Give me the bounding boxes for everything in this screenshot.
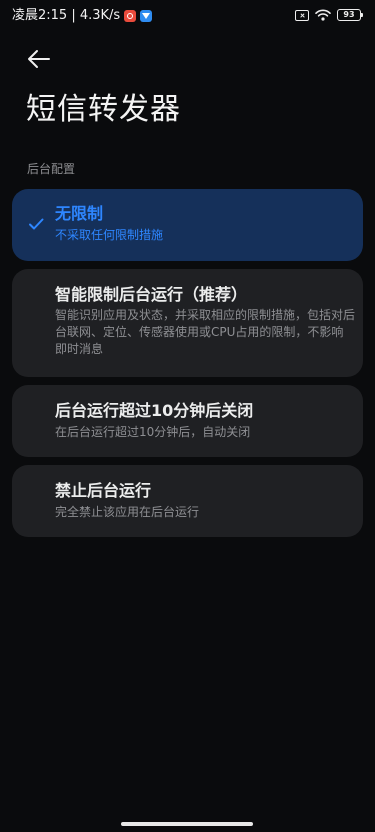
back-button[interactable] [25, 46, 53, 72]
option-description: 智能识别应用及状态，并采取相应的限制措施，包括对后台联网、定位、传感器使用或CP… [55, 308, 356, 356]
notification-app-icon [140, 10, 153, 22]
home-indicator[interactable] [121, 822, 253, 826]
option-no-restriction[interactable]: 无限制 不采取任何限制措施 [12, 189, 363, 261]
status-bar-left: 凌晨2:15 | 4.3K/s [12, 8, 153, 24]
option-title: 禁止后台运行 [55, 481, 152, 500]
status-bar-right: 93 [295, 9, 363, 21]
status-time-speed: 凌晨2:15 | 4.3K/s [12, 8, 121, 23]
section-label: 后台配置 [27, 162, 76, 176]
option-forbid-background[interactable]: 禁止后台运行 完全禁止该应用在后台运行 [12, 465, 363, 537]
battery-icon: 93 [337, 9, 363, 21]
option-description: 完全禁止该应用在后台运行 [55, 505, 200, 519]
option-close-after-10-min[interactable]: 后台运行超过10分钟后关闭 在后台运行超过10分钟后，自动关闭 [12, 385, 363, 457]
notification-app-icon [124, 10, 137, 22]
screen: 凌晨2:15 | 4.3K/s 93 短信转发器 后台配置 无限制 不采取任何限… [0, 0, 375, 832]
page-title: 短信转发器 [26, 92, 181, 127]
option-smart-restriction[interactable]: 智能限制后台运行（推荐） 智能识别应用及状态，并采取相应的限制措施，包括对后台联… [12, 269, 363, 377]
option-description: 在后台运行超过10分钟后，自动关闭 [55, 425, 251, 439]
wifi-icon [315, 9, 331, 21]
option-title: 后台运行超过10分钟后关闭 [55, 401, 254, 420]
option-title: 无限制 [55, 204, 104, 223]
checkmark-icon [29, 218, 44, 230]
option-title: 智能限制后台运行（推荐） [55, 285, 248, 304]
no-sim-icon [295, 9, 309, 21]
status-bar: 凌晨2:15 | 4.3K/s 93 [0, 0, 375, 34]
arrow-left-icon [28, 50, 50, 68]
option-description: 不采取任何限制措施 [55, 228, 164, 242]
